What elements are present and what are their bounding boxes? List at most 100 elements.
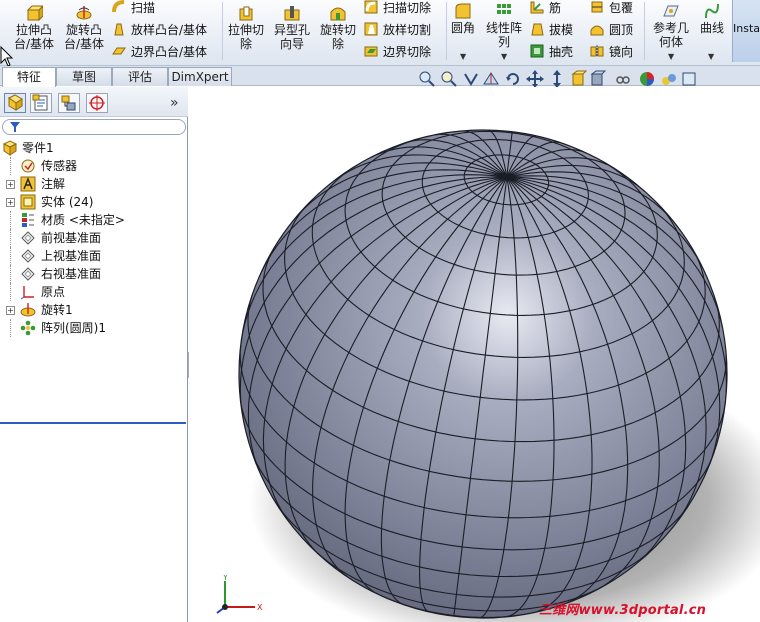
feature-manager-tab[interactable] <box>4 93 26 113</box>
plane-icon <box>21 267 35 281</box>
expand-toggle-icon[interactable]: + <box>6 180 15 189</box>
tab-dimxpert[interactable]: DimXpert <box>168 67 232 86</box>
tree-connector <box>10 157 11 175</box>
edit-appearance-icon[interactable] <box>638 70 656 88</box>
linear-pattern-icon <box>497 4 511 14</box>
expand-toggle-icon[interactable]: + <box>6 306 15 315</box>
linear-pattern-label-2: 列 <box>497 35 510 49</box>
wrap-button[interactable]: 包覆 <box>590 0 633 15</box>
view-settings-icon[interactable] <box>680 70 698 88</box>
extrude-boss-icon <box>26 5 43 22</box>
reference-geometry-icon <box>663 5 679 17</box>
curves-icon <box>705 3 719 19</box>
tab-evaluate[interactable]: 评估 <box>112 67 168 86</box>
ref-geometry-dropdown-arrow[interactable]: ▼ <box>668 52 674 61</box>
linear-pattern-label-1: 线性阵 <box>485 21 522 35</box>
zoom-to-fit-icon[interactable] <box>418 70 436 88</box>
tab-sketch[interactable]: 草图 <box>56 67 112 86</box>
shell-icon <box>530 44 544 58</box>
command-manager-ribbon: 拉伸凸 台/基体 旋转凸 台/基体 扫描 放样凸台/基体 边界凸台/基体 拉伸切… <box>0 0 760 66</box>
loft-cut-icon <box>364 22 378 36</box>
fillet-dropdown-arrow[interactable]: ▼ <box>460 52 466 61</box>
reference-geometry-button[interactable]: 参考几 何体 <box>648 2 694 49</box>
loft-cut-button[interactable]: 放样切割 <box>364 22 431 37</box>
rollback-bar[interactable] <box>0 422 186 424</box>
solid-bodies-icon <box>20 194 36 210</box>
ref-geometry-label-2: 何体 <box>658 35 683 49</box>
dome-icon <box>590 25 604 36</box>
section-view-icon[interactable] <box>482 70 500 88</box>
rib-label: 筋 <box>549 1 562 15</box>
revolve-boss-label-1: 旋转凸 <box>65 23 102 37</box>
tree-item-label: 右视基准面 <box>41 267 102 281</box>
sweep-cut-button[interactable]: 扫描切除 <box>364 0 431 15</box>
tab-features[interactable]: 特征 <box>2 67 56 87</box>
boundary-cut-icon <box>364 46 378 57</box>
dome-button[interactable]: 圆顶 <box>590 22 633 37</box>
tree-connector <box>10 247 11 265</box>
instant3d-button[interactable]: Insta <box>732 0 760 62</box>
revolve-cut-label-2: 除 <box>331 37 344 51</box>
curves-button[interactable]: 曲线 <box>696 2 728 35</box>
extrude-cut-button[interactable]: 拉伸切 除 <box>226 4 266 51</box>
mirror-button[interactable]: 镜向 <box>590 44 633 59</box>
sphere-model[interactable] <box>189 87 760 622</box>
tree-item-label: 前视基准面 <box>41 231 102 245</box>
loft-icon <box>114 23 124 36</box>
zoom-to-area-icon[interactable] <box>440 70 458 88</box>
up-down-icon[interactable] <box>548 70 566 88</box>
tree-item-label: 传感器 <box>41 159 78 173</box>
revolve-cut-button[interactable]: 旋转切 除 <box>318 4 358 51</box>
shell-button[interactable]: 抽壳 <box>530 44 573 59</box>
hide-show-items-icon[interactable] <box>614 70 632 88</box>
draft-button[interactable]: 拔模 <box>530 22 573 37</box>
annotation-icon <box>20 176 36 192</box>
boundary-boss-label: 边界凸台/基体 <box>131 45 208 59</box>
tree-item-label: 原点 <box>41 285 66 299</box>
previous-view-icon[interactable] <box>462 70 480 88</box>
tree-connector <box>10 265 11 283</box>
dome-label: 圆顶 <box>609 23 634 37</box>
mirror-label: 镜向 <box>609 45 634 59</box>
loft-boss-button[interactable]: 放样凸台/基体 <box>112 22 207 37</box>
expand-toggle-icon[interactable]: + <box>6 198 15 207</box>
sweep-button[interactable]: 扫描 <box>112 0 155 15</box>
revolve-cut-label-1: 旋转切 <box>319 23 356 37</box>
rotate-view-icon[interactable] <box>504 70 522 88</box>
extrude-boss-label-2: 台/基体 <box>13 37 55 51</box>
apply-scene-icon[interactable] <box>660 70 678 88</box>
panel-tabs: » <box>0 87 188 117</box>
draft-icon <box>531 23 544 36</box>
graphics-area[interactable]: Y X 三维网www.3dportal.cn <box>189 87 760 622</box>
rib-icon <box>530 1 544 14</box>
fillet-label: 圆角 <box>450 21 475 35</box>
extrude-boss-button[interactable]: 拉伸凸 台/基体 <box>12 4 56 51</box>
view-orientation-icon[interactable] <box>570 70 588 88</box>
revolve-boss-button[interactable]: 旋转凸 台/基体 <box>62 4 106 51</box>
ribbon-separator <box>222 2 223 60</box>
hole-wizard-button[interactable]: 异型孔 向导 <box>272 4 312 51</box>
coordinate-triad: Y X <box>216 575 263 614</box>
loft-cut-label: 放样切割 <box>383 23 432 37</box>
display-style-icon[interactable] <box>590 70 608 88</box>
pan-icon[interactable] <box>526 70 544 88</box>
shell-label: 抽壳 <box>549 45 574 59</box>
wrap-label: 包覆 <box>609 1 634 15</box>
property-manager-tab[interactable] <box>30 93 52 113</box>
curves-dropdown-arrow[interactable]: ▼ <box>708 52 714 61</box>
boundary-cut-button[interactable]: 边界切除 <box>364 44 431 59</box>
fillet-button[interactable]: 圆角 <box>448 2 478 35</box>
panel-expand-arrow-icon[interactable]: » <box>170 95 179 111</box>
filter-icon <box>10 122 20 132</box>
tree-filter-field[interactable] <box>2 119 186 135</box>
rib-button[interactable]: 筋 <box>530 0 561 15</box>
revolve-cut-icon <box>330 7 346 21</box>
extrude-cut-icon <box>239 6 253 21</box>
boundary-boss-button[interactable]: 边界凸台/基体 <box>112 44 207 59</box>
linear-pattern-button[interactable]: 线性阵 列 <box>482 2 526 49</box>
configuration-manager-tab[interactable] <box>58 93 80 113</box>
circular-pattern-icon <box>20 320 36 336</box>
watermark-text: 三维网www.3dportal.cn <box>539 603 707 618</box>
dimxpert-manager-tab[interactable] <box>86 93 108 113</box>
pattern-dropdown-arrow[interactable]: ▼ <box>501 52 507 61</box>
